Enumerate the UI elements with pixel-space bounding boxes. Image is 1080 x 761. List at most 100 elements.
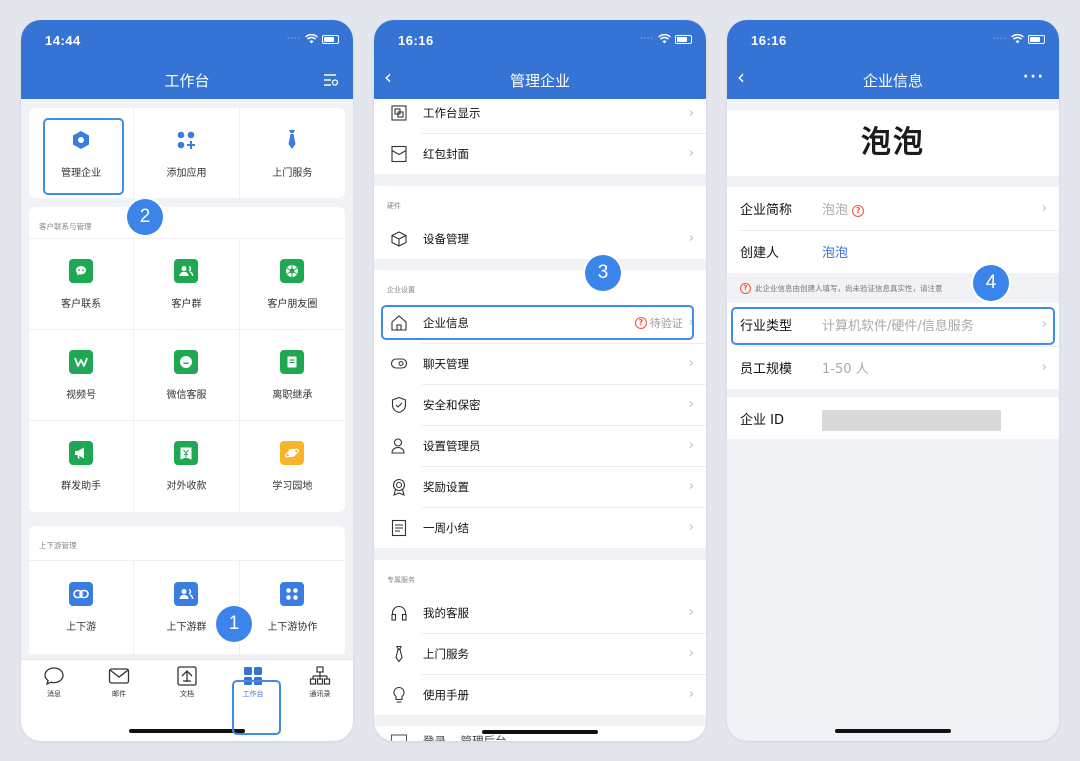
tab-mail[interactable]: 邮件 [93,666,145,699]
service-chat-icon [174,349,199,374]
more-icon[interactable]: ··· [1023,69,1045,85]
field-value: 计算机软件/硬件/信息服务 [822,319,974,334]
row-label: 登录... 管理后台 [423,734,507,741]
app-learning-center[interactable]: 学习园地 [240,421,345,512]
box-icon [391,230,407,247]
tab-messages[interactable]: 消息 [28,666,80,699]
nav-bar: ‹ 管理企业 [374,62,706,99]
bulb-icon [393,686,405,703]
app-upstream-group[interactable]: 上下游群 [134,561,240,654]
app-broadcast-assistant[interactable]: 群发助手 [29,421,135,512]
row-chat-management[interactable]: 聊天管理 › [374,343,706,384]
tie-icon [280,128,304,152]
chat-bubble-icon [69,258,94,283]
home-indicator [129,729,245,733]
app-upstream-downstream[interactable]: 上下游 [29,561,135,654]
app-customer-moments[interactable]: 客户朋友圈 [239,239,345,330]
chat-icon [390,357,408,369]
field-value: 泡泡 ? [822,199,1042,218]
status-time: 16:16 [398,33,434,48]
monitor-icon [390,734,408,741]
field-key: 员工规模 [740,362,793,377]
chevron-right-icon: › [688,438,694,453]
app-label: 群发助手 [61,481,102,492]
row-device-management[interactable]: 设备管理 › [374,218,706,259]
planet-icon [280,441,305,465]
report-icon [391,519,407,536]
app-customer-group[interactable]: 客户群 [134,239,240,330]
section-title: 客户联系与管理 [29,207,345,239]
row-label: 红包封面 [423,146,469,161]
chevron-right-icon: › [688,646,694,661]
exclusive-section: 专属服务 我的客服 › 上门服务 › 使用手册 › [374,560,706,715]
field-value[interactable]: 泡泡 [822,242,1047,261]
status-icons: ···· [640,34,692,44]
section-title: 专属服务 [387,576,415,584]
contacts-icon [309,666,331,685]
app-resignation-inherit[interactable]: 离职继承 [239,330,345,421]
settings-icon[interactable] [323,74,339,86]
section-title: 上下游管理 [29,526,345,561]
app-external-payment[interactable]: 对外收款 [134,421,240,512]
chevron-right-icon: › [688,105,694,121]
row-workbench-display[interactable]: 工作台显示 › [374,99,706,133]
tab-label: 通讯录 [309,690,331,698]
row-staff-size[interactable]: 员工规模 1-50 人 › [727,346,1059,389]
field-value: 1-50 人 [822,362,869,377]
row-enterprise-info[interactable]: 企业信息 ? 待验证 › [374,302,706,343]
app-customer-contact[interactable]: 客户联系 [29,239,135,330]
row-set-admin[interactable]: 设置管理员 › [374,425,706,466]
status-bar: 16:16 ···· [727,20,1059,62]
row-onsite-service[interactable]: 上门服务 › [374,633,706,674]
battery-icon [1028,34,1045,44]
channels-icon [69,349,94,374]
app-upstream-collab[interactable]: 上下游协作 [240,561,345,654]
question-icon: ? [740,282,751,294]
note-text: 此企业信息由创建人填写，尚未验证信息真实性，请注意 [755,283,943,293]
row-user-manual[interactable]: 使用手册 › [374,674,706,715]
app-label: 对外收款 [166,481,207,492]
app-channels[interactable]: 视频号 [29,330,135,421]
mail-icon [108,668,130,684]
status-bar: 14:44 ···· [21,20,353,62]
tab-docs[interactable]: 文档 [161,666,213,699]
app-onsite-service[interactable]: 上门服务 [240,108,345,198]
app-label: 客户联系 [61,298,102,310]
tab-workbench[interactable]: 工作台 [227,666,279,699]
status-time: 16:16 [751,33,787,48]
message-icon [44,667,64,686]
tab-bar: 消息 邮件 文档 工作台 通讯录 [21,659,353,741]
verification-note: ? 此企业信息由创建人填写，尚未验证信息真实性，请注意 [727,273,1059,303]
app-label: 管理企业 [61,167,102,179]
row-weekly-summary[interactable]: 一周小结 › [374,507,706,548]
row-reward-settings[interactable]: 奖励设置 › [374,466,706,507]
row-my-service[interactable]: 我的客服 › [374,592,706,633]
row-industry[interactable]: 行业类型 计算机软件/硬件/信息服务 › [727,303,1059,346]
chevron-right-icon: › [688,479,694,494]
row-short-name[interactable]: 企业简称 泡泡 ? › [727,187,1059,230]
customer-section-card: 客户联系与管理 客户联系 客户群 客户朋友圈 视频号 微信客服 离职继承 群发助… [29,207,345,512]
chain-section-card: 上下游管理 上下游 上下游群 上下游协作 [29,526,345,654]
row-red-envelope[interactable]: 红包封面 › [374,133,706,174]
row-label: 企业信息 [423,315,469,330]
home-icon [391,314,407,331]
signal-icon: ···· [992,33,1007,43]
row-label: 我的客服 [423,605,469,620]
top-apps-card: 管理企业 添加应用 上门服务 [29,108,345,198]
tab-contacts[interactable]: 通讯录 [294,666,346,699]
headset-icon [391,605,407,621]
hardware-section: 硬件 设备管理 › [374,186,706,259]
row-label: 设置管理员 [423,438,481,453]
row-label: 上门服务 [423,646,469,661]
app-add-apps[interactable]: 添加应用 [134,108,240,198]
document-icon [280,349,305,374]
step-badge-2: 2 [127,199,163,235]
row-enterprise-id: 企业 ID [727,397,1059,439]
app-label: 视频号 [66,389,97,401]
group-icon [174,258,199,283]
page-title: 工作台 [164,72,210,90]
shield-icon [391,396,407,413]
app-wechat-service[interactable]: 微信客服 [134,330,240,421]
app-manage-enterprise[interactable]: 管理企业 [29,108,135,198]
row-security[interactable]: 安全和保密 › [374,384,706,425]
